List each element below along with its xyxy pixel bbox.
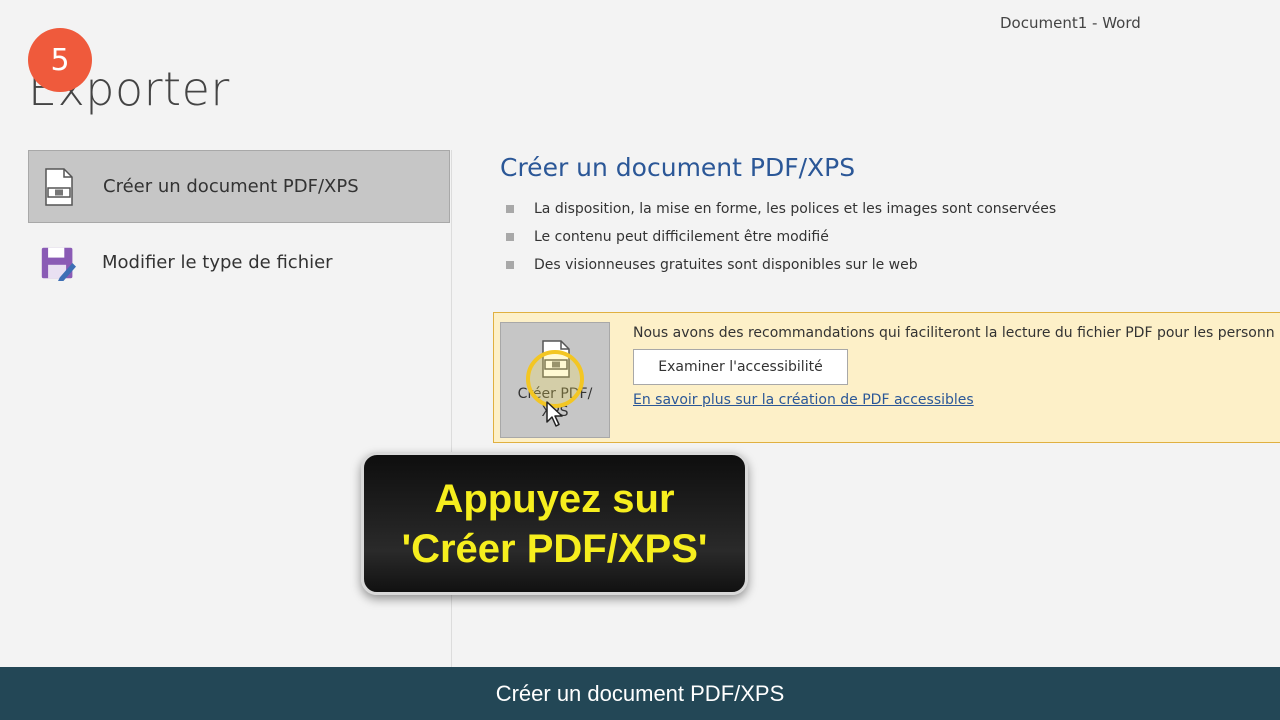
tutorial-callout: Appuyez sur 'Créer PDF/XPS' — [361, 452, 748, 595]
recommendation-text: Nous avons des recommandations qui facil… — [633, 325, 1275, 341]
section-title: Créer un document PDF/XPS — [500, 153, 856, 182]
bullet-icon — [506, 233, 514, 241]
sidebar-item-label: Créer un document PDF/XPS — [103, 176, 359, 197]
caption-bar: Créer un document PDF/XPS — [0, 667, 1280, 720]
list-item: Des visionneuses gratuites sont disponib… — [506, 251, 1056, 279]
list-item: La disposition, la mise en forme, les po… — [506, 195, 1056, 223]
sidebar-item-create-pdf[interactable]: Créer un document PDF/XPS — [28, 150, 450, 223]
step-badge: 5 — [28, 28, 92, 92]
cursor-icon — [545, 400, 565, 428]
learn-more-link[interactable]: En savoir plus sur la création de PDF ac… — [633, 392, 974, 408]
window-title: Document1 - Word — [1000, 14, 1141, 32]
pdf-document-icon — [41, 167, 77, 207]
sidebar-item-change-file-type[interactable]: Modifier le type de fichier — [28, 226, 450, 299]
callout-line: Appuyez sur — [434, 476, 675, 521]
bullet-icon — [506, 205, 514, 213]
feature-list: La disposition, la mise en forme, les po… — [506, 195, 1056, 279]
caption-text: Créer un document PDF/XPS — [495, 680, 785, 706]
list-item: Le contenu peut difficilement être modif… — [506, 223, 1056, 251]
bullet-icon — [506, 261, 514, 269]
callout-line: 'Créer PDF/XPS' — [401, 526, 708, 571]
save-edit-icon — [40, 243, 76, 283]
check-accessibility-button[interactable]: Examiner l'accessibilité — [633, 349, 848, 385]
sidebar-item-label: Modifier le type de fichier — [102, 252, 333, 273]
